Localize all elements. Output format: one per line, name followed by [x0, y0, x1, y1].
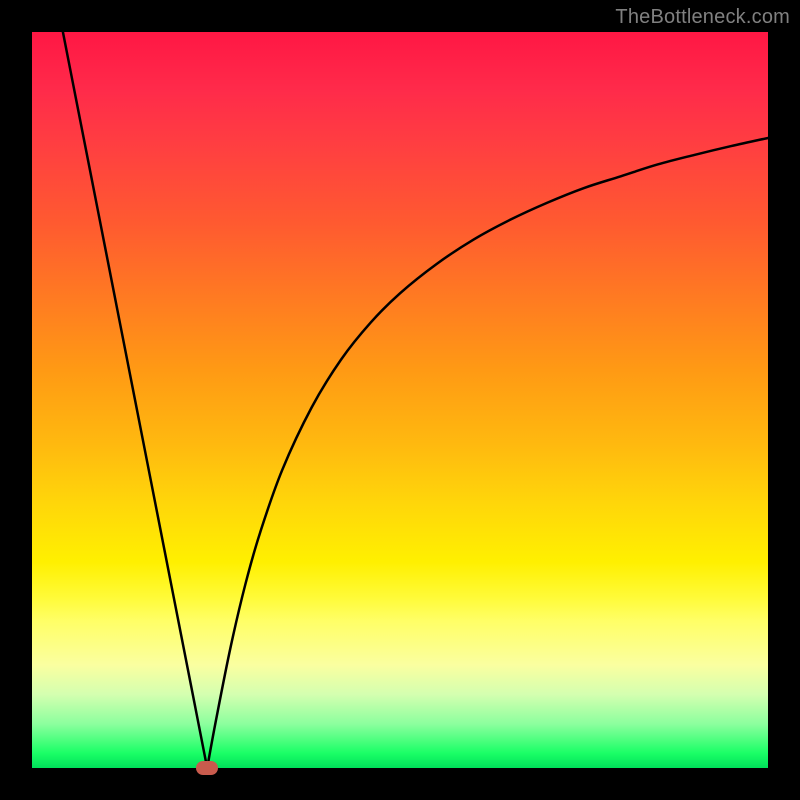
curve-left [63, 32, 207, 768]
min-marker [196, 761, 218, 775]
chart-frame: TheBottleneck.com [0, 0, 800, 800]
curve-layer [32, 32, 768, 768]
attribution-text: TheBottleneck.com [615, 6, 790, 29]
curve-right [207, 138, 768, 768]
